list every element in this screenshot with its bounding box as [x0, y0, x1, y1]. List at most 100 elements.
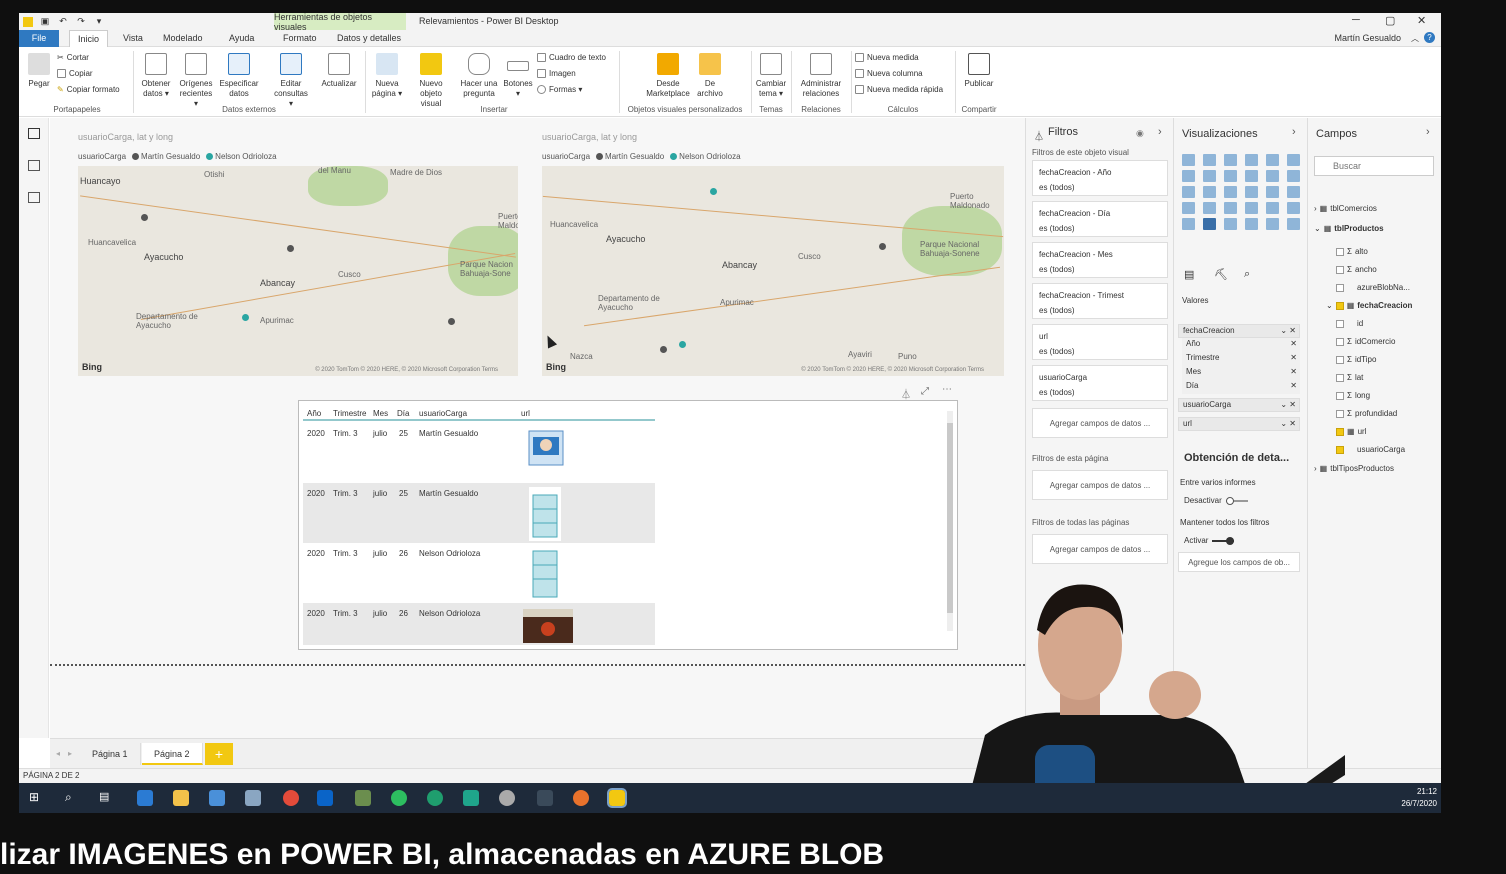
remove-field-icon[interactable]: ✕	[1290, 352, 1297, 364]
imagen-button[interactable]: Imagen	[537, 69, 576, 78]
minimize-button[interactable]: ─	[1352, 14, 1360, 26]
slicer-icon[interactable]	[1182, 218, 1195, 230]
checkbox[interactable]	[1336, 337, 1344, 346]
user-name[interactable]: Martín Gesualdo	[1334, 33, 1401, 43]
nuevo-objeto-visual-button[interactable]: Nuevo objeto visual	[409, 53, 453, 109]
remove-field-icon[interactable]: ⌄ ✕	[1280, 399, 1296, 411]
line-column-icon[interactable]	[1245, 170, 1258, 182]
windows-start-icon[interactable]: ⊞	[29, 790, 45, 806]
filter-card[interactable]: fechaCreacion - Año es (todos)	[1032, 160, 1168, 196]
table-row[interactable]: 2020 Trim. 3 julio 25 Martín Gesualdo	[303, 483, 655, 543]
kpi-icon[interactable]	[1287, 202, 1300, 214]
field-item[interactable]: ⌄ ▦ fechaCreacion	[1326, 301, 1412, 310]
checkbox[interactable]	[1336, 355, 1344, 364]
clustered-column-icon[interactable]	[1245, 154, 1258, 166]
formas-button[interactable]: Formas ▾	[537, 85, 582, 94]
cambiar-tema-button[interactable]: Cambiar tema ▾	[755, 53, 787, 99]
table-node[interactable]: › ▦ tblComercios	[1314, 204, 1377, 213]
checkbox[interactable]	[1336, 247, 1344, 256]
nueva-pagina-button[interactable]: Nueva página ▾	[369, 53, 405, 99]
checkbox[interactable]	[1336, 391, 1344, 400]
next-page-icon[interactable]: ▸	[68, 749, 72, 758]
nueva-columna-button[interactable]: Nueva columna	[855, 69, 923, 78]
task-view-icon[interactable]: ▤	[99, 790, 115, 806]
treemap-icon[interactable]	[1266, 186, 1279, 198]
field-item[interactable]: ΣidTipo	[1336, 355, 1376, 364]
eye-icon[interactable]: ◉	[1136, 128, 1144, 139]
obs-icon[interactable]	[499, 790, 515, 806]
pie-chart-icon[interactable]	[1224, 186, 1237, 198]
keep-filters-toggle[interactable]: Activar	[1184, 536, 1235, 545]
more-options-icon[interactable]: ⋯	[942, 384, 952, 395]
chrome-icon[interactable]	[283, 790, 299, 806]
column-header[interactable]: url	[521, 409, 530, 418]
value-field[interactable]: fechaCreacion ⌄ ✕	[1178, 324, 1300, 338]
python-visual-icon[interactable]	[1266, 218, 1279, 230]
tab-formato[interactable]: Formato	[275, 30, 325, 47]
prev-page-icon[interactable]: ◂	[56, 749, 60, 758]
field-item[interactable]: usuarioCarga	[1336, 445, 1405, 454]
field-item[interactable]: ▦ url	[1336, 427, 1366, 436]
field-item[interactable]: Σancho	[1336, 265, 1377, 274]
checkbox[interactable]	[1336, 373, 1344, 382]
map-point-martin[interactable]	[660, 346, 667, 353]
waterfall-icon[interactable]	[1182, 186, 1195, 198]
format-painter-button[interactable]: ✎ Copiar formato	[57, 85, 120, 94]
field-item[interactable]: Σalto	[1336, 247, 1368, 256]
line-clustered-icon[interactable]	[1266, 170, 1279, 182]
legend-item-martin[interactable]: Martín Gesualdo	[596, 152, 664, 161]
stacked-bar-icon[interactable]	[1182, 154, 1195, 166]
map-point-martin[interactable]	[287, 245, 294, 252]
especificar-datos-button[interactable]: Especificar datos	[217, 53, 261, 99]
tab-modelado[interactable]: Modelado	[155, 30, 211, 47]
desde-marketplace-button[interactable]: Desde Marketplace	[643, 53, 693, 99]
value-field[interactable]: url ⌄ ✕	[1178, 417, 1300, 431]
collapse-viz-icon[interactable]: ›	[1292, 126, 1296, 138]
page-tab-2[interactable]: Página 2	[142, 743, 203, 765]
format-paint-icon[interactable]: ⛏	[1214, 268, 1228, 281]
checkbox[interactable]	[1336, 319, 1344, 328]
focus-mode-icon[interactable]: ⤢	[921, 386, 929, 397]
scatter-icon[interactable]	[1203, 186, 1216, 198]
filter-card[interactable]: url es (todos)	[1032, 324, 1168, 360]
obtener-datos-button[interactable]: Obtener datos ▾	[137, 53, 175, 99]
legend-item-martin[interactable]: Martín Gesualdo	[132, 152, 200, 161]
outlook-icon[interactable]	[317, 790, 333, 806]
legend-item-nelson[interactable]: Nelson Odrioloza	[206, 152, 277, 161]
tab-datos-detalles[interactable]: Datos y detalles	[329, 30, 409, 47]
map-point-martin[interactable]	[141, 214, 148, 221]
column-header[interactable]: Año	[307, 409, 321, 418]
tab-inicio[interactable]: Inicio	[69, 30, 109, 47]
clustered-bar-icon[interactable]	[1224, 154, 1237, 166]
filled-map-icon[interactable]	[1182, 202, 1195, 214]
checkbox[interactable]	[1336, 445, 1344, 454]
app-icon[interactable]	[355, 790, 371, 806]
field-item[interactable]: Σlat	[1336, 373, 1363, 382]
value-subfield[interactable]: Día ✕	[1182, 380, 1300, 394]
tab-ayuda[interactable]: Ayuda	[221, 30, 262, 47]
undo-icon[interactable]: ↶	[57, 16, 69, 28]
cuadro-texto-button[interactable]: Cuadro de texto	[537, 53, 606, 62]
column-header[interactable]: Día	[397, 409, 409, 418]
collapse-ribbon-icon[interactable]: ︿	[1411, 33, 1419, 44]
legend-item-nelson[interactable]: Nelson Odrioloza	[670, 152, 741, 161]
field-item[interactable]: id	[1336, 319, 1363, 328]
filter-icon[interactable]: ⏃	[901, 386, 911, 401]
map-point-martin[interactable]	[879, 243, 886, 250]
table-scrollbar[interactable]	[947, 411, 953, 631]
gauge-icon[interactable]	[1224, 202, 1237, 214]
remove-field-icon[interactable]: ✕	[1290, 380, 1297, 392]
filter-card[interactable]: usuarioCarga es (todos)	[1032, 365, 1168, 401]
value-subfield[interactable]: Año ✕	[1182, 338, 1300, 352]
map2-visual[interactable]: Huancavelica Ayacucho Abancay Cusco Puer…	[542, 166, 1004, 376]
table-node[interactable]: ⌄ ▦ tblProductos	[1314, 224, 1384, 233]
maximize-button[interactable]: ▢	[1385, 14, 1395, 27]
customize-icon[interactable]: ▾	[93, 16, 105, 28]
value-subfield[interactable]: Mes ✕	[1182, 366, 1300, 380]
administrar-relaciones-button[interactable]: Administrar relaciones	[795, 53, 847, 99]
matrix-icon[interactable]	[1224, 218, 1237, 230]
add-all-pages-filter-field[interactable]: Agregar campos de datos ...	[1032, 534, 1168, 564]
collapse-fields-icon[interactable]: ›	[1426, 126, 1430, 138]
area-chart-icon[interactable]	[1203, 170, 1216, 182]
column-header[interactable]: usuarioCarga	[419, 409, 467, 418]
